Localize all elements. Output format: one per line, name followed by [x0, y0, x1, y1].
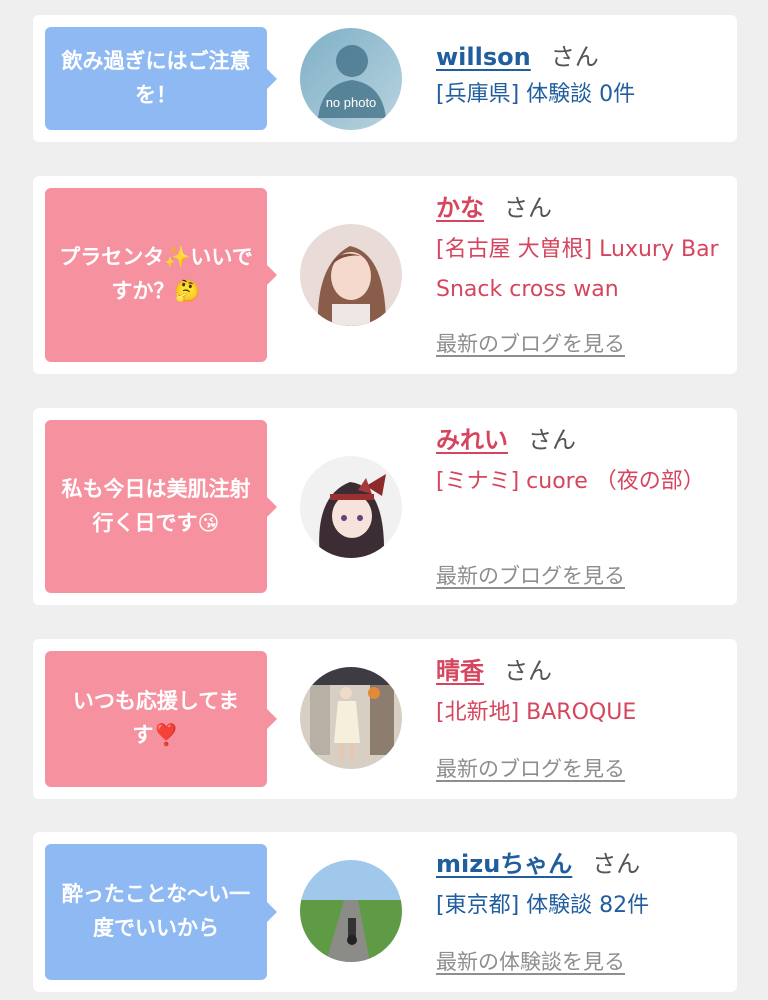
user-detail: [ミナミ] cuore （夜の部） — [436, 469, 705, 494]
user-detail: [兵庫県] 体験談 0件 — [436, 82, 636, 107]
message-bubble: 私も今日は美肌注射行く日です😘 — [45, 420, 277, 593]
message-bubble: 酔ったことな〜い一度でいいから — [45, 844, 277, 980]
user-detail: [東京都] 体験談 82件 — [436, 893, 650, 918]
message-text: 飲み過ぎにはご注意を！ — [61, 48, 251, 107]
message-text: プラセンタ✨いいですか？🤔 — [59, 245, 253, 303]
profile-photo — [300, 456, 402, 558]
user-info: 晴香 さん [北新地] BAROQUE — [436, 655, 726, 733]
user-name-link[interactable]: かな — [436, 194, 484, 222]
message-text: いつも応援してます❣️ — [72, 689, 240, 747]
post-card: 飲み過ぎにはご注意を！ no photo willson さん [兵庫県] 体験談… — [33, 15, 737, 142]
message-bubble: プラセンタ✨いいですか？🤔 — [45, 188, 277, 362]
honorific: さん — [528, 426, 576, 454]
user-info: mizuちゃん さん [東京都] 体験談 82件 — [436, 848, 726, 926]
profile-photo — [300, 667, 402, 769]
avatar[interactable] — [300, 860, 402, 962]
honorific: さん — [504, 194, 552, 222]
user-detail: [北新地] BAROQUE — [436, 700, 637, 725]
latest-blog-link[interactable]: 最新のブログを見る — [436, 560, 625, 590]
latest-review-link[interactable]: 最新の体験談を見る — [436, 946, 625, 976]
honorific: さん — [504, 657, 552, 685]
user-info: かな さん [名古屋 大曽根] Luxury Bar Snack cross wa… — [436, 192, 726, 310]
message-text: 私も今日は美肌注射行く日です😘 — [61, 476, 251, 535]
user-info: みれい さん [ミナミ] cuore （夜の部） — [436, 424, 726, 502]
profile-photo — [300, 224, 402, 326]
user-name-link[interactable]: mizuちゃん — [436, 850, 572, 878]
post-card: プラセンタ✨いいですか？🤔 かな さん [名古屋 大曽根] Luxury Bar … — [33, 176, 737, 374]
no-photo-icon: no photo — [300, 28, 402, 130]
message-bubble: いつも応援してます❣️ — [45, 651, 277, 787]
svg-text:no photo: no photo — [326, 95, 377, 110]
user-name-link[interactable]: willson — [436, 43, 531, 71]
post-card: 酔ったことな〜い一度でいいから mizuちゃん さん [東京都] 体験談 82件 … — [33, 832, 737, 992]
message-text: 酔ったことな〜い一度でいいから — [61, 882, 251, 940]
user-name-link[interactable]: 晴香 — [436, 657, 484, 685]
avatar-no-photo[interactable]: no photo — [300, 28, 402, 130]
post-card: いつも応援してます❣️ 晴香 さん [北新地] BAROQUE 最新のブログを見る — [33, 639, 737, 799]
avatar[interactable] — [300, 456, 402, 558]
message-bubble: 飲み過ぎにはご注意を！ — [45, 27, 277, 130]
avatar[interactable] — [300, 667, 402, 769]
post-card: 私も今日は美肌注射行く日です😘 みれい さん [ミナミ] cuore （夜の部） … — [33, 408, 737, 605]
user-name-link[interactable]: みれい — [436, 426, 508, 454]
honorific: さん — [592, 850, 641, 878]
user-info: willson さん [兵庫県] 体験談 0件 — [436, 41, 726, 115]
user-detail: [名古屋 大曽根] Luxury Bar Snack cross wan — [436, 237, 719, 302]
latest-blog-link[interactable]: 最新のブログを見る — [436, 328, 625, 358]
latest-blog-link[interactable]: 最新のブログを見る — [436, 753, 625, 783]
profile-photo — [300, 860, 402, 962]
honorific: さん — [550, 43, 599, 71]
avatar[interactable] — [300, 224, 402, 326]
